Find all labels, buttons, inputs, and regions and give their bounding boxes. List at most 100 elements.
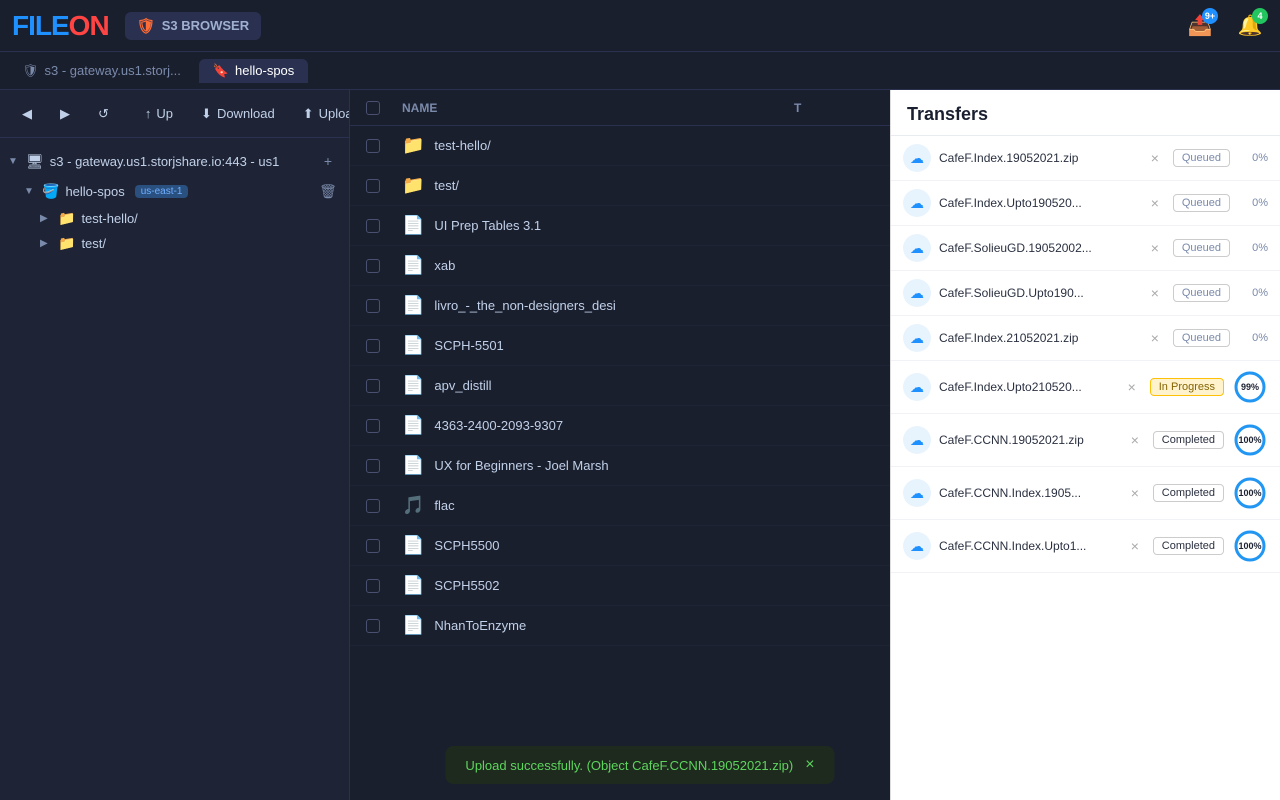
file-checkbox[interactable] bbox=[366, 499, 402, 513]
col-type-header: T bbox=[794, 101, 874, 115]
share-button[interactable]: 📤 9+ bbox=[1182, 8, 1218, 44]
file-checkbox[interactable] bbox=[366, 379, 402, 393]
download-icon: ⬇ bbox=[201, 106, 212, 122]
root-actions: + bbox=[317, 150, 339, 172]
table-row[interactable]: 📄 SCPH-5501 bbox=[350, 326, 890, 366]
refresh-icon: ↺ bbox=[98, 106, 109, 122]
select-all-checkbox[interactable] bbox=[366, 101, 380, 115]
cloud-icon: ☁ bbox=[903, 479, 931, 507]
transfer-close-button[interactable]: × bbox=[1125, 430, 1145, 450]
bucket-icon: 🪣 bbox=[42, 183, 59, 200]
top-icons: 📤 9+ 🔔 4 bbox=[1182, 8, 1268, 44]
transfer-status: Queued bbox=[1173, 329, 1230, 347]
sidebar-item-root[interactable]: ▼ 🖥 s3 - gateway.us1.storjshare.io:443 -… bbox=[0, 146, 349, 176]
file-list: 📁 test-hello/ 📁 test/ 📄 UI Prep Tables 3… bbox=[350, 126, 890, 800]
root-label: s3 - gateway.us1.storjshare.io:443 - us1 bbox=[50, 154, 280, 169]
s3-browser-badge: 🛡 S3 BROWSER bbox=[125, 12, 261, 40]
transfer-item: ☁ CafeF.Index.Upto190520... × Queued 0% bbox=[891, 181, 1280, 226]
transfer-close-button[interactable]: × bbox=[1145, 328, 1165, 348]
file-checkbox[interactable] bbox=[366, 339, 402, 353]
file-name: UX for Beginners - Joel Marsh bbox=[434, 458, 874, 473]
sidebar: ◀ ▶ ↺ ↑ Up ⬇ Download ⬆ Upload 📁 bbox=[0, 90, 350, 800]
upload-button[interactable]: ⬆ Upload bbox=[291, 101, 350, 127]
transfer-status: Queued bbox=[1173, 194, 1230, 212]
shield-icon: 🛡 bbox=[137, 17, 156, 35]
table-row[interactable]: 📁 test-hello/ bbox=[350, 126, 890, 166]
toast: Upload successfully. (Object CafeF.CCNN.… bbox=[445, 746, 834, 784]
transfer-close-button[interactable]: × bbox=[1145, 238, 1165, 258]
pct-text: 100% bbox=[1238, 488, 1261, 498]
transfer-close-button[interactable]: × bbox=[1145, 193, 1165, 213]
folder-icon: 📁 bbox=[402, 175, 424, 196]
file-checkbox[interactable] bbox=[366, 259, 402, 273]
table-row[interactable]: 📄 xab bbox=[350, 246, 890, 286]
sidebar-item-test-hello[interactable]: ▶ 📁 test-hello/ bbox=[0, 206, 349, 231]
tab-s3[interactable]: 🛡 s3 - gateway.us1.storj... bbox=[8, 59, 195, 83]
file-name: NhanToEnzyme bbox=[434, 618, 874, 633]
add-connection-button[interactable]: + bbox=[317, 150, 339, 172]
transfer-close-button[interactable]: × bbox=[1145, 283, 1165, 303]
share-badge: 9+ bbox=[1202, 8, 1218, 24]
tab-hello-spos[interactable]: 🔖 hello-spos bbox=[199, 59, 308, 83]
transfer-item: ☁ CafeF.CCNN.Index.Upto1... × Completed … bbox=[891, 520, 1280, 573]
transfer-item: ☁ CafeF.SolieuGD.Upto190... × Queued 0% bbox=[891, 271, 1280, 316]
transfer-name: CafeF.CCNN.Index.1905... bbox=[939, 486, 1117, 500]
bell-badge: 4 bbox=[1252, 8, 1268, 24]
progress-circle: 99% bbox=[1232, 369, 1268, 405]
transfer-name: CafeF.Index.21052021.zip bbox=[939, 331, 1137, 345]
cloud-icon: ☁ bbox=[903, 279, 931, 307]
table-row[interactable]: 📁 test/ bbox=[350, 166, 890, 206]
sidebar-tree: ▼ 🖥 s3 - gateway.us1.storjshare.io:443 -… bbox=[0, 138, 349, 800]
table-row[interactable]: 📄 UI Prep Tables 3.1 bbox=[350, 206, 890, 246]
table-row[interactable]: 📄 livro_-_the_non-designers_desi bbox=[350, 286, 890, 326]
table-row[interactable]: 📄 4363-2400-2093-9307 bbox=[350, 406, 890, 446]
cloud-icon: ☁ bbox=[903, 234, 931, 262]
transfer-item: ☁ CafeF.Index.19052021.zip × Queued 0% bbox=[891, 136, 1280, 181]
pdf-icon: 📄 bbox=[402, 375, 424, 396]
file-name: UI Prep Tables 3.1 bbox=[434, 218, 874, 233]
file-checkbox[interactable] bbox=[366, 619, 402, 633]
transfer-status: Completed bbox=[1153, 537, 1224, 555]
download-button[interactable]: ⬇ Download bbox=[189, 101, 287, 127]
file-checkbox[interactable] bbox=[366, 459, 402, 473]
navigate-back-button[interactable]: ◀ bbox=[10, 101, 44, 127]
transfer-close-button[interactable]: × bbox=[1125, 483, 1145, 503]
navigate-forward-button[interactable]: ▶ bbox=[48, 101, 82, 127]
music-icon: 🎵 bbox=[402, 495, 424, 516]
notifications-button[interactable]: 🔔 4 bbox=[1232, 8, 1268, 44]
refresh-button[interactable]: ↺ bbox=[86, 101, 121, 127]
file-checkbox[interactable] bbox=[366, 419, 402, 433]
table-row[interactable]: 📄 apv_distill bbox=[350, 366, 890, 406]
file-name: flac bbox=[434, 498, 874, 513]
generic-icon: 📄 bbox=[402, 415, 424, 436]
file-checkbox[interactable] bbox=[366, 219, 402, 233]
logo-on: ON bbox=[69, 10, 109, 41]
table-row[interactable]: 📄 SCPH5500 bbox=[350, 526, 890, 566]
file-checkbox[interactable] bbox=[366, 539, 402, 553]
table-row[interactable]: 🎵 flac bbox=[350, 486, 890, 526]
transfer-close-button[interactable]: × bbox=[1145, 148, 1165, 168]
file-checkbox[interactable] bbox=[366, 179, 402, 193]
transfer-pct: 0% bbox=[1238, 332, 1268, 344]
file-checkbox[interactable] bbox=[366, 579, 402, 593]
sidebar-item-test[interactable]: ▶ 📁 test/ bbox=[0, 231, 349, 256]
chevron-down-icon-bucket: ▼ bbox=[24, 186, 36, 197]
sidebar-item-bucket[interactable]: ▼ 🪣 hello-spos us-east-1 🗑 bbox=[0, 176, 349, 206]
file-checkbox[interactable] bbox=[366, 299, 402, 313]
pct-text: 100% bbox=[1238, 435, 1261, 445]
file-checkbox[interactable] bbox=[366, 139, 402, 153]
generic-icon: 📄 bbox=[402, 575, 424, 596]
transfer-close-button[interactable]: × bbox=[1122, 377, 1142, 397]
toast-close-button[interactable]: × bbox=[805, 756, 814, 774]
table-row[interactable]: 📄 NhanToEnzyme bbox=[350, 606, 890, 646]
transfer-close-button[interactable]: × bbox=[1125, 536, 1145, 556]
transfer-pct: 0% bbox=[1238, 152, 1268, 164]
table-row[interactable]: 📄 UX for Beginners - Joel Marsh bbox=[350, 446, 890, 486]
table-row[interactable]: 📄 SCPH5502 bbox=[350, 566, 890, 606]
pct-text: 100% bbox=[1238, 541, 1261, 551]
transfer-pct: 0% bbox=[1238, 287, 1268, 299]
delete-bucket-button[interactable]: 🗑 bbox=[317, 180, 339, 202]
tab-hello-label: hello-spos bbox=[235, 63, 294, 78]
transfer-item: ☁ CafeF.CCNN.19052021.zip × Completed 10… bbox=[891, 414, 1280, 467]
up-button[interactable]: ↑ Up bbox=[133, 101, 185, 126]
